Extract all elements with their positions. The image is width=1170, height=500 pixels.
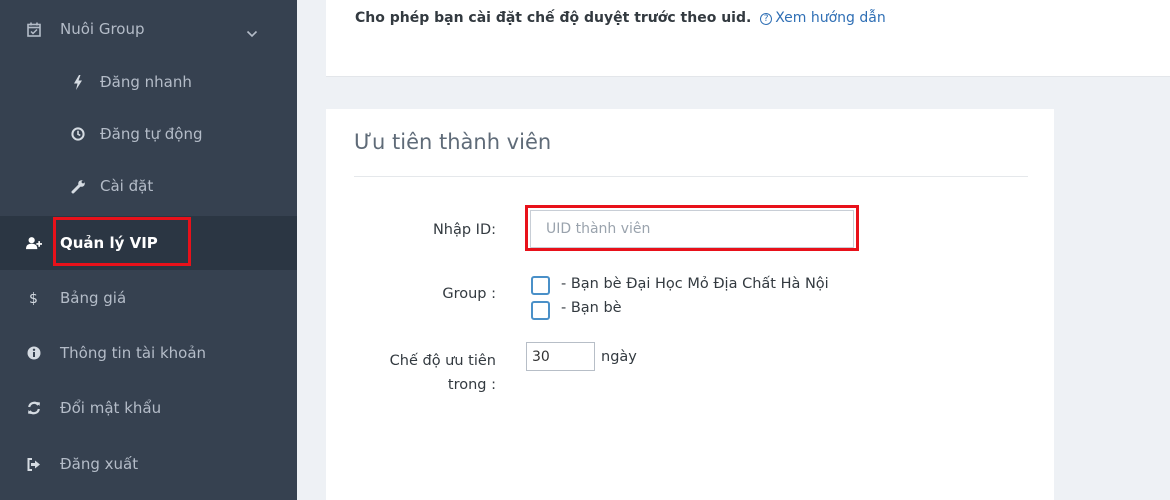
- group-checkbox[interactable]: [531, 301, 550, 320]
- sidebar-subitem-cai-dat[interactable]: Cài đặt: [0, 160, 297, 212]
- highlight-box-vip: [53, 217, 191, 266]
- vip-priority-card: Ưu tiên thành viên: [326, 109, 1054, 500]
- dollar-icon: $: [26, 290, 42, 306]
- sidebar-item-label: Bảng giá: [60, 289, 127, 307]
- highlight-box-uid: [525, 205, 859, 251]
- svg-text:$: $: [29, 291, 38, 306]
- bolt-icon: [70, 74, 86, 90]
- help-link[interactable]: ? Xem hướng dẫn: [756, 10, 886, 26]
- id-label: Nhập ID:: [432, 222, 496, 238]
- wrench-icon: [70, 178, 86, 194]
- info-circle-icon: [26, 345, 42, 361]
- days-unit-label: ngày: [601, 349, 637, 365]
- sign-out-icon: [26, 456, 42, 472]
- sidebar-item-doi-mat-khau[interactable]: Đổi mật khẩu: [0, 380, 297, 436]
- sidebar-item-label: Đăng xuất: [60, 455, 139, 473]
- clock-icon: [70, 126, 86, 142]
- group-option-label: - Bạn bè Đại Học Mỏ Địa Chất Hà Nội: [561, 276, 829, 292]
- card-title: Ưu tiên thành viên: [354, 130, 552, 154]
- refresh-icon: [26, 400, 42, 416]
- priority-days-input[interactable]: [526, 342, 595, 371]
- group-checkbox[interactable]: [531, 276, 550, 295]
- info-description: Cho phép bạn cài đặt chế độ duyệt trước …: [355, 10, 886, 26]
- card-divider: [354, 176, 1028, 177]
- sidebar-item-bang-gia[interactable]: $ Bảng giá: [0, 270, 297, 326]
- priority-label-line1: Chế độ ưu tiên: [389, 353, 496, 369]
- group-option-label: - Bạn bè: [561, 300, 622, 316]
- sidebar-item-label: Nuôi Group: [60, 20, 145, 38]
- sidebar-subitem-dang-nhanh[interactable]: Đăng nhanh: [0, 56, 297, 108]
- priority-label-line2: trong :: [447, 377, 496, 393]
- sidebar-item-label: Cài đặt: [100, 177, 154, 195]
- sidebar-item-dang-xuat[interactable]: Đăng xuất: [0, 436, 297, 492]
- question-circle-icon: ?: [760, 13, 773, 25]
- sidebar-item-label: Thông tin tài khoản: [60, 344, 207, 362]
- info-card: Cho phép bạn cài đặt chế độ duyệt trước …: [326, 0, 1170, 77]
- sidebar-item-label: Đổi mật khẩu: [60, 399, 162, 417]
- description-text: Cho phép bạn cài đặt chế độ duyệt trước …: [355, 10, 752, 26]
- calendar-check-icon: [26, 21, 42, 37]
- sidebar: Nuôi Group Đăng nhanh Đăng tự động Cài đ…: [0, 0, 297, 500]
- sidebar-item-thong-tin-tai-khoan[interactable]: Thông tin tài khoản: [0, 325, 297, 381]
- sidebar-subitem-dang-tu-dong[interactable]: Đăng tự động: [0, 108, 297, 160]
- sidebar-item-nuoi-group[interactable]: Nuôi Group: [0, 0, 297, 58]
- group-label: Group :: [442, 286, 496, 302]
- sidebar-item-label: Đăng tự động: [100, 125, 203, 143]
- user-plus-icon: [26, 235, 42, 251]
- chevron-down-icon[interactable]: [246, 24, 258, 42]
- sidebar-item-label: Đăng nhanh: [100, 73, 192, 91]
- help-link-label: Xem hướng dẫn: [775, 10, 886, 26]
